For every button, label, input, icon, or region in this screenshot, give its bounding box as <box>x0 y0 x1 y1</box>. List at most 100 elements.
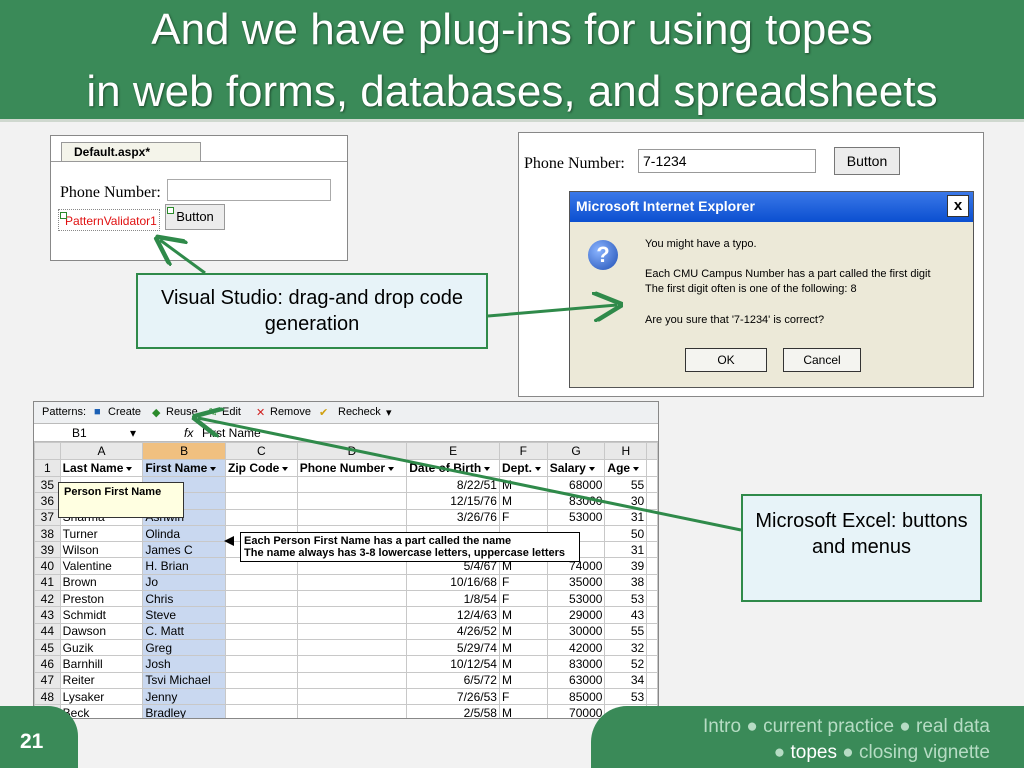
first-name-cell[interactable]: Josh <box>142 655 227 673</box>
smart-tag-icon[interactable] <box>167 207 174 214</box>
first-name-cell[interactable]: H. Brian <box>142 557 227 575</box>
age-cell[interactable]: 52 <box>604 655 648 673</box>
phone-number-cell[interactable] <box>296 704 408 718</box>
column-header[interactable]: C <box>225 442 298 460</box>
column-header[interactable]: B <box>142 442 227 460</box>
row-number[interactable]: 42 <box>34 590 61 608</box>
age-cell[interactable]: 50 <box>604 524 648 543</box>
dept-cell[interactable]: F <box>498 508 548 526</box>
salary-cell[interactable]: 35000 <box>546 573 606 592</box>
phone-number-cell[interactable] <box>296 638 408 657</box>
age-cell[interactable]: 32 <box>604 638 648 657</box>
age-cell[interactable]: 31 <box>604 541 648 559</box>
toolbar-options-icon[interactable]: ▾ <box>386 406 392 419</box>
dept-cell[interactable]: M <box>498 704 548 718</box>
phone-number-cell[interactable] <box>296 590 408 608</box>
header-cell[interactable]: Zip Code <box>225 459 298 477</box>
zip-code-cell[interactable] <box>225 638 298 657</box>
dropdown-arrow-icon[interactable] <box>484 466 491 471</box>
dept-cell[interactable]: M <box>498 655 548 673</box>
header-cell[interactable]: Phone Number <box>296 459 408 477</box>
first-name-cell[interactable]: Greg <box>142 638 227 657</box>
dept-cell[interactable]: F <box>498 590 548 608</box>
row-number[interactable]: 35 <box>34 475 61 494</box>
dropdown-arrow-icon[interactable] <box>633 466 640 471</box>
tab-default-aspx[interactable]: Default.aspx* <box>61 142 201 162</box>
first-name-cell[interactable]: Bradley <box>142 704 227 718</box>
row-number[interactable]: 47 <box>34 671 61 689</box>
dropdown-arrow-icon[interactable] <box>210 466 217 471</box>
last-name-cell[interactable]: Schmidt <box>59 606 144 624</box>
edit-button[interactable]: Edit <box>222 406 241 418</box>
dept-cell[interactable]: M <box>498 606 548 624</box>
phone-number-input[interactable] <box>167 179 331 201</box>
age-cell[interactable]: 43 <box>604 606 648 624</box>
row-number[interactable]: 46 <box>34 655 61 673</box>
zip-code-cell[interactable] <box>225 606 298 624</box>
date-of-birth-cell[interactable]: 6/5/72 <box>406 671 500 689</box>
salary-cell[interactable]: 29000 <box>546 606 606 624</box>
cancel-button[interactable]: Cancel <box>783 348 861 372</box>
zip-code-cell[interactable] <box>225 590 298 608</box>
name-box[interactable]: B1 <box>72 426 87 440</box>
zip-code-cell[interactable] <box>225 704 298 718</box>
age-cell[interactable]: 55 <box>604 475 648 494</box>
last-name-cell[interactable]: Reiter <box>59 671 144 689</box>
corner-cell[interactable] <box>34 442 61 460</box>
first-name-cell[interactable]: Tsvi Michael <box>142 671 227 689</box>
date-of-birth-cell[interactable]: 10/12/54 <box>406 655 500 673</box>
date-of-birth-cell[interactable]: 3/26/76 <box>406 508 500 526</box>
last-name-cell[interactable]: Lysaker <box>59 687 144 706</box>
row-number[interactable]: 43 <box>34 606 61 624</box>
row-number[interactable]: 44 <box>34 622 61 640</box>
header-cell[interactable]: First Name <box>142 459 227 477</box>
salary-cell[interactable]: 83000 <box>546 492 606 510</box>
column-header[interactable]: G <box>546 442 606 460</box>
first-name-cell[interactable]: James C <box>142 541 227 559</box>
dropdown-arrow-icon[interactable] <box>126 466 133 471</box>
zip-code-cell[interactable] <box>225 475 298 494</box>
column-header[interactable]: H <box>604 442 648 460</box>
row-number[interactable]: 45 <box>34 638 61 657</box>
salary-cell[interactable]: 68000 <box>546 475 606 494</box>
reuse-button[interactable]: Reuse <box>166 406 198 418</box>
date-of-birth-cell[interactable]: 12/15/76 <box>406 492 500 510</box>
dropdown-arrow-icon[interactable] <box>534 466 541 471</box>
phone-number-cell[interactable] <box>296 606 408 624</box>
phone-number-cell[interactable] <box>296 655 408 673</box>
ok-button[interactable]: OK <box>685 348 767 372</box>
first-name-cell[interactable]: Chris <box>142 590 227 608</box>
pattern-validator-control[interactable]: PatternValidator1 <box>58 209 160 231</box>
salary-cell[interactable]: 83000 <box>546 655 606 673</box>
age-cell[interactable]: 53 <box>604 590 648 608</box>
last-name-cell[interactable]: Turner <box>59 524 144 543</box>
phone-number-cell[interactable] <box>296 687 408 706</box>
last-name-cell[interactable]: Brown <box>59 573 144 592</box>
phone-number-cell[interactable] <box>296 475 408 494</box>
age-cell[interactable]: 30 <box>604 492 648 510</box>
dropdown-arrow-icon[interactable] <box>388 466 395 471</box>
phone-number-cell[interactable] <box>296 508 408 526</box>
first-name-cell[interactable]: C. Matt <box>142 622 227 640</box>
date-of-birth-cell[interactable]: 7/26/53 <box>406 687 500 706</box>
date-of-birth-cell[interactable]: 8/22/51 <box>406 475 500 494</box>
zip-code-cell[interactable] <box>225 622 298 640</box>
date-of-birth-cell[interactable]: 5/29/74 <box>406 638 500 657</box>
zip-code-cell[interactable] <box>225 671 298 689</box>
remove-button[interactable]: Remove <box>270 406 311 418</box>
header-cell[interactable]: Age <box>604 459 648 477</box>
phone-number-cell[interactable] <box>296 573 408 592</box>
dept-cell[interactable]: M <box>498 671 548 689</box>
row-number[interactable]: 1 <box>34 459 61 477</box>
zip-code-cell[interactable] <box>225 492 298 510</box>
dept-cell[interactable]: M <box>498 622 548 640</box>
submit-button[interactable]: Button <box>834 147 900 175</box>
last-name-cell[interactable]: Valentine <box>59 557 144 575</box>
column-header[interactable]: F <box>498 442 548 460</box>
first-name-cell[interactable]: Jenny <box>142 687 227 706</box>
date-of-birth-cell[interactable]: 10/16/68 <box>406 573 500 592</box>
age-cell[interactable]: 53 <box>604 687 648 706</box>
salary-cell[interactable]: 63000 <box>546 671 606 689</box>
header-cell[interactable]: Dept. <box>498 459 548 477</box>
dept-cell[interactable]: F <box>498 573 548 592</box>
